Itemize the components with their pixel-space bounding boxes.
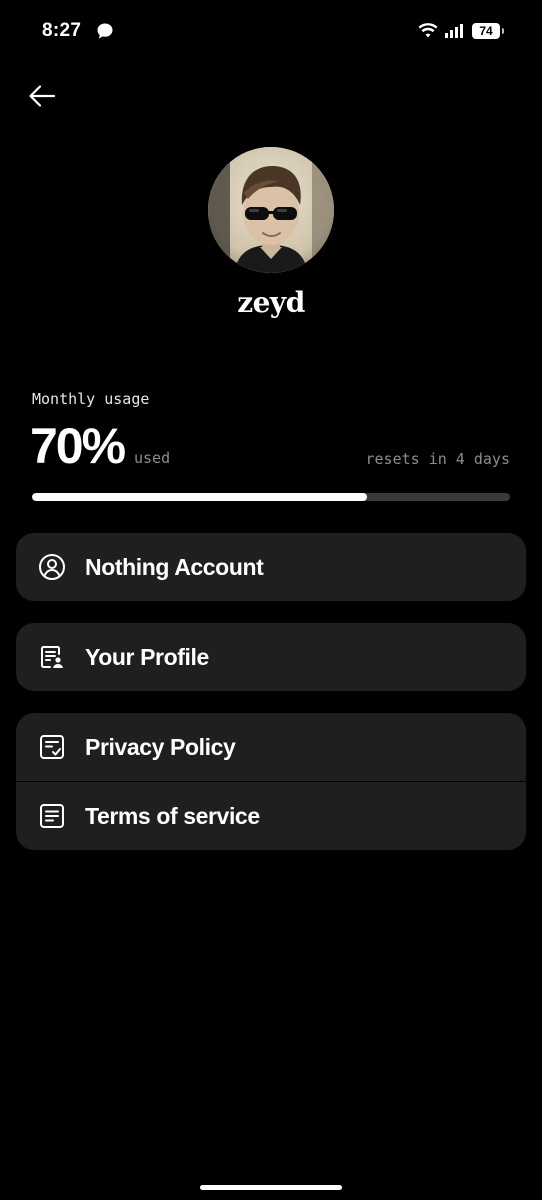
usage-label: Monthly usage	[32, 390, 150, 408]
usage-progress-bar	[32, 493, 510, 501]
menu-item-label: Nothing Account	[85, 553, 264, 580]
status-icons: 74	[418, 21, 504, 41]
legal-card: Privacy Policy Terms of service	[16, 713, 526, 850]
arrow-left-icon	[29, 85, 56, 107]
menu-item-your-profile[interactable]: Your Profile	[16, 623, 526, 691]
menu-item-terms-of-service[interactable]: Terms of service	[16, 781, 526, 850]
wifi-icon	[418, 23, 438, 38]
profile-card: Your Profile	[16, 623, 526, 691]
usage-used-label: used	[134, 449, 171, 467]
back-button[interactable]	[26, 80, 58, 112]
menu-item-privacy-policy[interactable]: Privacy Policy	[16, 713, 526, 781]
battery-icon: 74	[472, 23, 504, 39]
profile-card-icon	[41, 646, 63, 668]
document-lines-icon	[40, 804, 64, 828]
username: zeyd	[237, 286, 305, 319]
usage-reset-text: resets in 4 days	[365, 450, 511, 468]
home-indicator[interactable]	[200, 1185, 342, 1190]
chat-bubble-icon	[97, 23, 113, 39]
user-circle-icon	[39, 554, 65, 580]
account-card: Nothing Account	[16, 533, 526, 601]
status-time: 8:27	[42, 20, 82, 41]
battery-level: 74	[479, 24, 493, 38]
usage-progress-fill	[32, 493, 367, 501]
avatar-photo	[208, 147, 334, 273]
usage-percent: 70%	[30, 418, 126, 474]
menu-item-nothing-account[interactable]: Nothing Account	[16, 533, 526, 601]
avatar[interactable]	[208, 147, 334, 273]
signal-icon	[445, 24, 463, 38]
menu-item-label: Your Profile	[85, 643, 209, 670]
policy-check-icon	[40, 735, 64, 759]
menu-item-label: Privacy Policy	[85, 733, 236, 760]
menu-item-label: Terms of service	[85, 802, 260, 829]
status-bar: 8:27 74	[0, 0, 542, 60]
